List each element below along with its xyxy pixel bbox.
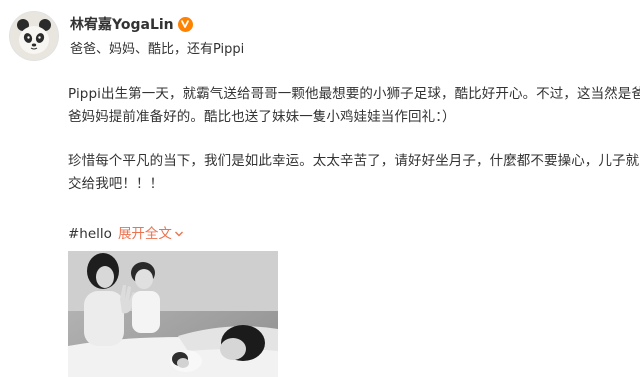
verified-badge-icon[interactable] [177,16,193,32]
panda-avatar-icon [10,12,58,60]
post-paragraph-1: Pippi出生第一天，就霸气送给哥哥一颗他最想要的小狮子足球，酷比好开心。不过，… [68,83,640,129]
post-subtitle: 爸爸、妈妈、酷比，还有Pippi [70,42,245,57]
weibo-post: 林宥嘉YogaLin 爸爸、妈妈、酷比，还有Pippi Pippi出生第一天，就… [0,0,640,377]
post-paragraph-1-line-2: 爸妈妈提前准备好的。酷比也送了妹妹一隻小鸡娃娃当作回礼：） [68,109,456,125]
post-paragraph-1-line-1: Pippi出生第一天，就霸气送给哥哥一颗他最想要的小狮子足球，酷比好开心。不过，… [68,86,640,102]
post-paragraph-2-line-1: 珍惜每个平凡的当下，我们是如此幸运。太太辛苦了，请好好坐月子，什麼都不要操心，儿… [68,153,640,169]
tag-row: #hello 展开全文 [68,225,184,243]
post-photo[interactable] [68,251,278,377]
post-paragraph-2-line-2: 交给我吧！！！ [68,176,164,192]
post-paragraph-2: 珍惜每个平凡的当下，我们是如此幸运。太太辛苦了，请好好坐月子，什麼都不要操心，儿… [68,150,639,196]
chevron-down-icon [174,231,183,237]
hashtag[interactable]: #hello [68,225,112,243]
family-photo-icon [68,251,278,377]
author-name[interactable]: 林宥嘉YogaLin [70,14,174,34]
expand-full-text-link[interactable]: 展开全文 [118,225,184,243]
author-avatar[interactable] [10,12,58,60]
expand-label: 展开全文 [117,226,172,242]
author-row: 林宥嘉YogaLin [70,14,193,34]
